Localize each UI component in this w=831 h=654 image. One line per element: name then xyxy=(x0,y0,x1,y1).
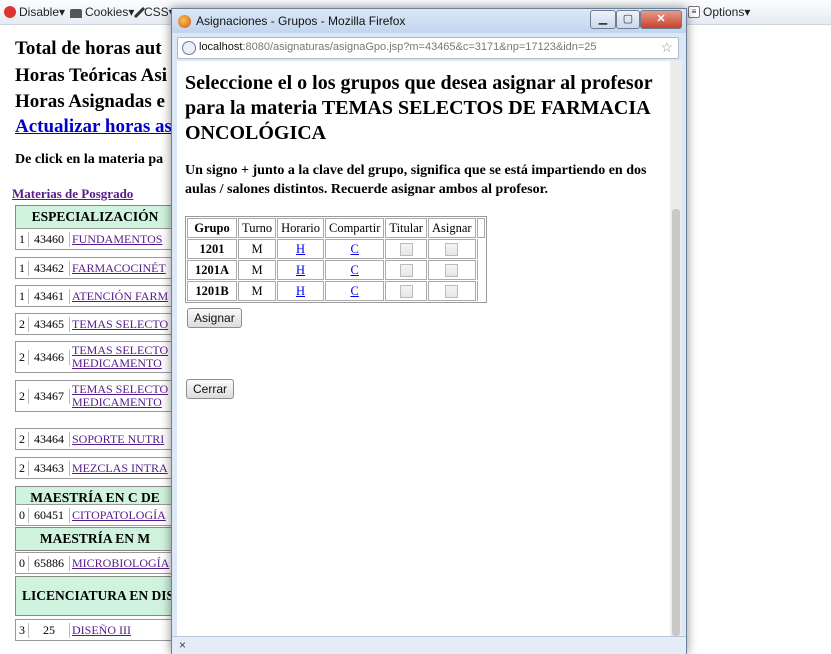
subject-link[interactable]: SOPORTE NUTRI xyxy=(70,432,164,446)
titular-checkbox[interactable] xyxy=(399,285,413,299)
section-header: LICENCIATURA EN DIS xyxy=(15,576,175,616)
maximize-button[interactable]: ▢ xyxy=(616,10,640,29)
css-menu[interactable]: CSS▾ xyxy=(133,5,175,19)
group-cell: 1201 xyxy=(187,239,237,259)
table-row: 0 65886 MICROBIOLOGÍA xyxy=(15,552,177,574)
table-row: 1201 M H C xyxy=(187,239,485,259)
asignar-checkbox[interactable] xyxy=(445,243,459,257)
titular-checkbox[interactable] xyxy=(399,243,413,257)
table-row: 1 43460 FUNDAMENTOS xyxy=(15,228,177,250)
column-header: Asignar xyxy=(427,218,476,238)
section-header: ESPECIALIZACIÓN xyxy=(15,205,175,229)
minimize-button[interactable]: ▁ xyxy=(590,10,616,29)
info-text: Un signo + junto a la clave del grupo, s… xyxy=(185,163,647,197)
column-header: Grupo xyxy=(187,218,237,238)
column-header: Compartir xyxy=(324,218,385,238)
cookies-menu[interactable]: Cookies▾ xyxy=(70,5,134,19)
subject-link[interactable]: TEMAS SELECTO xyxy=(70,317,168,331)
close-button[interactable]: Cerrar xyxy=(186,379,235,399)
table-row: 1 43461 ATENCIÓN FARM xyxy=(15,285,177,307)
subject-link[interactable]: TEMAS SELECTO MEDICAMENTO xyxy=(70,383,168,409)
turno-cell: M xyxy=(238,239,277,259)
window-title: Asignaciones - Grupos - Mozilla Firefox xyxy=(196,14,406,28)
instruction-text: De click en la materia pa xyxy=(15,152,164,167)
table-row: 2 43464 SOPORTE NUTRI xyxy=(15,428,177,450)
asignar-checkbox[interactable] xyxy=(445,264,459,278)
horario-link[interactable]: H xyxy=(296,263,305,277)
url-bar[interactable]: localhost:8080/asignaturas/asignaGpo.jsp… xyxy=(177,37,679,59)
subject-link[interactable]: MICROBIOLOGÍA xyxy=(70,556,169,570)
close-status-icon[interactable]: × xyxy=(179,638,186,652)
subject-link[interactable]: TEMAS SELECTO MEDICAMENTO xyxy=(70,344,168,370)
assign-button[interactable]: Asignar xyxy=(187,308,242,328)
bookmark-star-icon[interactable]: ☆ xyxy=(660,39,673,56)
subject-link[interactable]: CITOPATOLOGÍA xyxy=(70,508,166,522)
table-row: 1 43462 FARMACOCINÉT xyxy=(15,257,177,279)
scrollbar[interactable] xyxy=(670,61,682,636)
section-header: MAESTRÍA EN M xyxy=(15,527,175,551)
group-cell: 1201A xyxy=(187,260,237,280)
horario-link[interactable]: H xyxy=(296,284,305,298)
globe-icon xyxy=(182,41,196,55)
group-cell: 1201B xyxy=(187,281,237,301)
turno-cell: M xyxy=(238,281,277,301)
table-row: 2 43465 TEMAS SELECTO xyxy=(15,313,177,335)
table-header-row: Grupo Turno Horario Compartir Titular As… xyxy=(187,218,485,238)
table-row: 2 43463 MEZCLAS INTRA xyxy=(15,457,177,479)
status-bar: × xyxy=(172,636,686,654)
column-header: Horario xyxy=(277,218,324,238)
compartir-link[interactable]: C xyxy=(351,242,359,256)
scrollbar-thumb[interactable] xyxy=(672,209,680,636)
table-row: 1201B M H C xyxy=(187,281,485,301)
table-row: 0 60451 CITOPATOLOGÍA xyxy=(15,504,177,526)
asignar-checkbox[interactable] xyxy=(445,285,459,299)
table-row: 1201A M H C xyxy=(187,260,485,280)
close-window-button[interactable]: ✕ xyxy=(640,10,682,29)
subject-link[interactable]: FARMACOCINÉT xyxy=(70,261,166,275)
table-row: 3 25 DISEÑO III xyxy=(15,619,177,641)
column-header: Titular xyxy=(385,218,427,238)
theory-hours-heading: Horas Teóricas Asi xyxy=(15,65,168,86)
subject-link[interactable]: DISEÑO III xyxy=(70,623,131,637)
horario-link[interactable]: H xyxy=(296,242,305,256)
groups-table: Grupo Turno Horario Compartir Titular As… xyxy=(185,216,487,303)
disable-icon xyxy=(4,6,16,18)
table-row: 2 43467 TEMAS SELECTO MEDICAMENTO xyxy=(15,380,177,412)
subject-link[interactable]: MEZCLAS INTRA xyxy=(70,461,168,475)
window-titlebar[interactable]: Asignaciones - Grupos - Mozilla Firefox … xyxy=(172,9,686,33)
popup-content: Seleccione el o los grupos que desea asi… xyxy=(177,61,670,636)
update-hours-link[interactable]: Actualizar horas as xyxy=(15,116,172,137)
page-heading: Seleccione el o los grupos que desea asi… xyxy=(185,72,653,144)
popup-window: Asignaciones - Grupos - Mozilla Firefox … xyxy=(171,8,687,654)
assigned-hours-heading: Horas Asignadas e xyxy=(15,91,165,112)
subject-link[interactable]: ATENCIÓN FARM xyxy=(70,289,168,303)
cookies-icon xyxy=(70,8,82,18)
compartir-link[interactable]: C xyxy=(351,263,359,277)
column-header: Turno xyxy=(238,218,277,238)
posgrado-link[interactable]: Materias de Posgrado xyxy=(12,186,133,202)
subject-link[interactable]: FUNDAMENTOS xyxy=(70,232,162,246)
options-icon: ≡ xyxy=(688,6,700,18)
disable-menu[interactable]: Disable▾ xyxy=(4,5,65,19)
turno-cell: M xyxy=(238,260,277,280)
table-row: 2 43466 TEMAS SELECTO MEDICAMENTO xyxy=(15,341,177,373)
titular-checkbox[interactable] xyxy=(399,264,413,278)
total-hours-heading: Total de horas aut xyxy=(15,38,162,59)
options-menu[interactable]: ≡ Options▾ xyxy=(688,5,750,19)
compartir-link[interactable]: C xyxy=(351,284,359,298)
firefox-icon xyxy=(178,15,191,28)
